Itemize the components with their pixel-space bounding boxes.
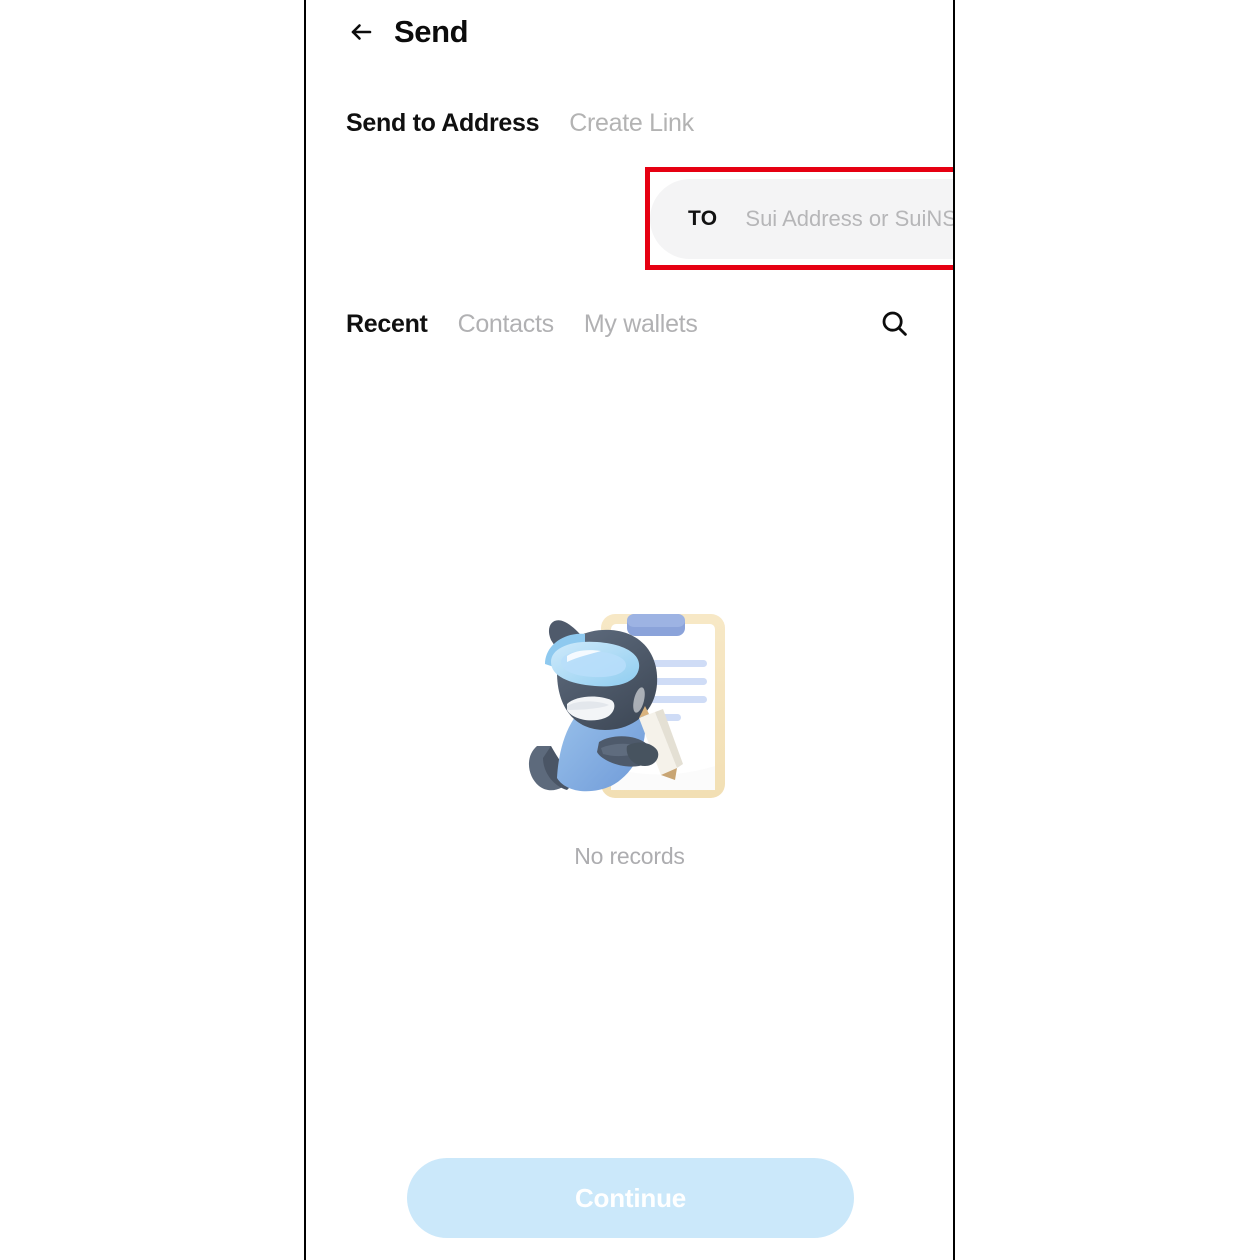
tab-recent[interactable]: Recent — [346, 310, 428, 339]
wallet-send-screen: Send Send to Address Create Link TO Rece… — [306, 0, 953, 1260]
tab-send-to-address[interactable]: Send to Address — [346, 109, 540, 138]
empty-state: No records — [306, 600, 953, 870]
arrow-left-icon[interactable] — [346, 17, 376, 47]
tab-contacts[interactable]: Contacts — [458, 310, 555, 339]
search-icon[interactable] — [877, 306, 913, 342]
screen-header: Send — [346, 14, 469, 49]
recipient-address-input[interactable] — [745, 206, 953, 232]
recipient-field-label: TO — [688, 207, 718, 230]
screenshot-canvas: Send Send to Address Create Link TO Rece… — [0, 0, 1260, 1260]
recipient-list-tabs: Recent Contacts My wallets — [346, 306, 913, 342]
whale-with-clipboard-illustration — [515, 600, 745, 815]
tab-create-link[interactable]: Create Link — [569, 109, 694, 138]
continue-button[interactable]: Continue — [407, 1158, 854, 1238]
empty-state-message: No records — [574, 843, 685, 869]
page-title: Send — [394, 14, 469, 49]
send-mode-tabs: Send to Address Create Link — [346, 109, 694, 138]
phone-frame-right-edge — [953, 0, 955, 1260]
recipient-address-field[interactable]: TO — [650, 179, 953, 259]
tab-my-wallets[interactable]: My wallets — [584, 310, 698, 339]
